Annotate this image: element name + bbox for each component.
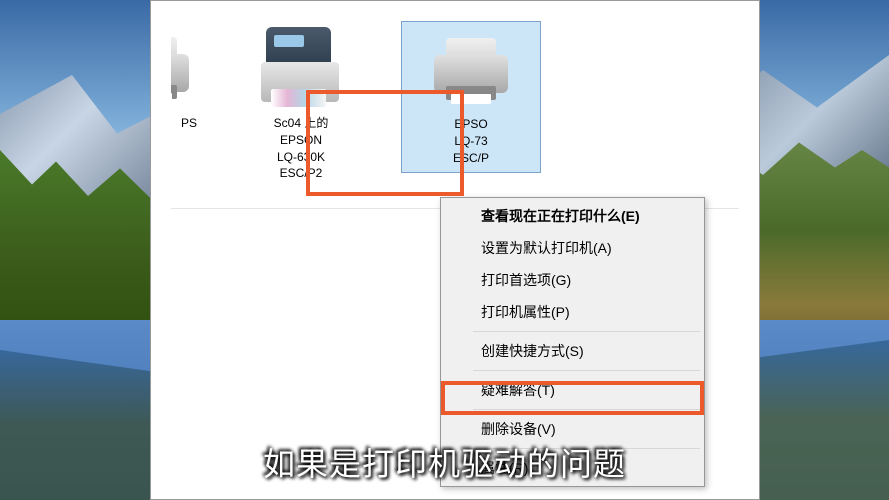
printer-mfp-icon — [256, 27, 346, 107]
menu-separator — [473, 331, 700, 332]
printer-icon — [171, 27, 197, 107]
menu-item-set-default[interactable]: 设置为默认打印机(A) — [473, 232, 702, 264]
device-label: Sc04 上的 EPSON LQ-630K ESC/P2 — [274, 115, 329, 182]
device-item-selected[interactable]: EPSO LQ-73 ESC/P — [401, 21, 541, 173]
menu-item-troubleshoot[interactable]: 疑难解答(T) — [473, 374, 702, 406]
menu-item-create-shortcut[interactable]: 创建快捷方式(S) — [473, 335, 702, 367]
menu-separator — [473, 370, 700, 371]
device-label: EPSO LQ-73 ESC/P — [453, 116, 489, 166]
printer-icon — [426, 28, 516, 108]
devices-list: PS Sc04 上的 EPSON LQ-630K ESC/P2 EPSO LQ-… — [171, 11, 739, 209]
menu-item-see-printing[interactable]: 查看现在正在打印什么(E) — [473, 200, 702, 232]
menu-separator — [473, 409, 700, 410]
device-label: PS — [181, 115, 197, 132]
menu-item-print-prefs[interactable]: 打印首选项(G) — [473, 264, 702, 296]
device-item[interactable]: Sc04 上的 EPSON LQ-630K ESC/P2 — [231, 21, 371, 188]
menu-item-printer-props[interactable]: 打印机属性(P) — [473, 296, 702, 328]
device-item[interactable]: PS — [171, 21, 201, 138]
video-caption: 如果是打印机驱动的问题 — [263, 439, 626, 485]
